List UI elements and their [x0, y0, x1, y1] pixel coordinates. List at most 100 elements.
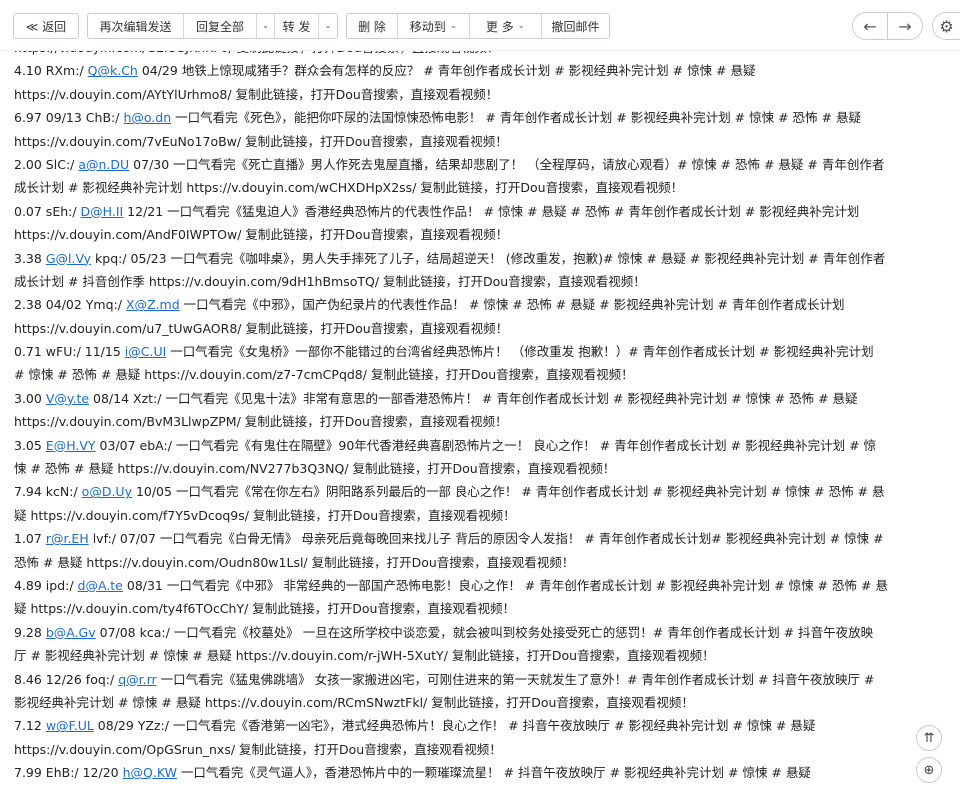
mail-text-line: 疑 https://v.douyin.com/ty4f6TOcChY/ 复制此链… [14, 597, 954, 620]
recall-mail-button[interactable]: 撤回邮件 [542, 14, 609, 38]
line-text: https://v.douyin.com/AYtYlUrhmo8/ 复制此链接，… [14, 86, 499, 102]
email-link[interactable]: E@H.VY [46, 438, 96, 453]
chevron-down-icon: ⌄ [517, 21, 526, 31]
line-text: 04/29 地铁上惊现咸猪手？群众会有怎样的反应？ # 青年创作者成长计划 # … [137, 63, 756, 79]
line-text: 厅 # 影视经典补完计划 # 惊悚 # 悬疑 https://v.douyin.… [14, 648, 715, 664]
email-link[interactable]: b@A.Gv [46, 625, 96, 640]
mail-text-line: 7.99 EhB:/ 12/20 h@Q.KW 一口气看完《灵气逼人》，香港恐怖… [14, 761, 954, 784]
mail-text-line: 成长计划 # 影视经典补完计划 https://v.douyin.com/wCH… [14, 176, 954, 199]
line-text: 2.38 04/02 Ymq:/ [14, 297, 126, 313]
line-text: # 惊悚 # 恐怖 # 悬疑 https://v.douyin.com/z7-7… [14, 367, 634, 383]
line-text: https://v.douyin.com/BvM3LlwpZPM/ 复制此链接，… [14, 414, 508, 430]
line-text: 10/05 一口气看完《常在你左右》阴阳路系列最后的一部 良心之作！ # 青年创… [131, 484, 885, 500]
line-text: 成长计划 # 抖音创作季 https://v.douyin.com/9dH1hB… [14, 273, 646, 289]
settings-button[interactable]: ⚙ [932, 12, 960, 40]
line-text: 一口气看完《中邪》，国产伪纪录片的代表性作品！ # 惊悚 # 恐怖 # 悬疑 #… [179, 297, 845, 313]
email-link[interactable]: V@y.te [46, 391, 89, 406]
prev-mail-button[interactable]: ← [852, 12, 888, 40]
mail-body: https://v.douyin.com/GErsGJKnKF0/ 复制此链接，… [0, 40, 960, 790]
email-link[interactable]: h@o.dn [123, 110, 171, 125]
email-link[interactable]: G@l.Vy [46, 251, 91, 266]
more-button[interactable]: 更 多 ⌄ [470, 14, 542, 38]
line-text: 0.07 sEh:/ [14, 203, 81, 219]
line-text: lvf:/ 07/07 一口气看完《白骨无情》 母亲死后竟每晚回来找儿子 背后的… [88, 531, 884, 547]
mail-toolbar: ≪ 返回 再次编辑发送 回复全部 ⌄ 转 发 ⌄ 删 除 移动到 ⌄ 更 多 ⌄… [0, 0, 960, 51]
move-to-button[interactable]: 移动到 ⌄ [398, 14, 470, 38]
reply-dropdown-button[interactable]: ⌄ [257, 14, 275, 38]
line-text: 一口气看完《灵气逼人》，香港恐怖片中的一颗璀璨流星！ # 抖音午夜放映厅 # 影… [176, 765, 811, 781]
chevron-down-icon: ⌄ [449, 21, 458, 31]
mail-text-line: 3.00 V@y.te 08/14 Xzt:/ 一口气看完《见鬼十法》非常有意思… [14, 387, 954, 410]
line-text: 成长计划 # 影视经典补完计划 https://v.douyin.com/wCH… [14, 180, 684, 196]
email-link[interactable]: d@A.te [78, 578, 123, 593]
back-button[interactable]: ≪ 返回 [13, 13, 79, 39]
email-link[interactable]: w@F.UL [46, 718, 94, 733]
line-text: https://v.douyin.com/7vEuNo17oBw/ 复制此链接，… [14, 133, 508, 149]
next-mail-button[interactable]: → [887, 12, 923, 40]
back-to-top-button[interactable]: ⇈ [916, 725, 942, 751]
email-link[interactable]: X@Z.md [126, 297, 180, 312]
mail-text-line: 6.97 09/13 ChB:/ h@o.dn 一口气看完《死色》，能把你吓尿的… [14, 106, 954, 129]
line-text: 6.97 09/13 ChB:/ [14, 110, 124, 126]
gear-icon: ⚙ [939, 16, 954, 36]
reply-all-button[interactable]: 回复全部 [184, 14, 257, 38]
email-link[interactable]: q@r.rr [118, 672, 156, 687]
mail-text-line: 0.71 wFU:/ 11/15 i@C.UI 一口气看完《女鬼桥》一部你不能错… [14, 340, 954, 363]
line-text: 2.00 SlC:/ [14, 156, 79, 172]
line-text: 3.00 [14, 390, 46, 406]
mail-text-line: 3.05 E@H.VY 03/07 ebA:/ 一口气看完《有鬼住在隔壁》90年… [14, 434, 954, 457]
mail-text-line: # 惊悚 # 恐怖 # 悬疑 https://v.douyin.com/z7-7… [14, 363, 954, 386]
line-text: 4.89 ipd:/ [14, 577, 78, 593]
line-text: 恐怖 # 悬疑 https://v.douyin.com/Oudn80w1Lsl… [14, 554, 575, 570]
mail-text-line: 成长计划 # 抖音创作季 https://v.douyin.com/9dH1hB… [14, 270, 954, 293]
line-text: kpq:/ 05/23 一口气看完《咖啡桌》，男人失手摔死了儿子，结局超逆天！ … [91, 250, 886, 266]
email-link[interactable]: r@r.EH [46, 531, 89, 546]
line-text: 一口气看完《猛鬼佛跳墙》 女孩一家搬进凶宅，可刚住进来的第一天就发生了意外！# … [156, 671, 875, 687]
move-to-label: 移动到 [409, 19, 446, 34]
line-text: https://v.douyin.com/u7_tUwGAOR8/ 复制此链接，… [14, 320, 509, 336]
mail-text-line: https://v.douyin.com/7vEuNo17oBw/ 复制此链接，… [14, 130, 954, 153]
email-link[interactable]: D@H.II [81, 204, 124, 219]
line-text: 悚 # 恐怖 # 悬疑 https://v.douyin.com/NV277b3… [14, 461, 616, 477]
mail-text-line: 8.46 12/26 foq:/ q@r.rr 一口气看完《猛鬼佛跳墙》 女孩一… [14, 668, 954, 691]
email-link[interactable]: o@D.Uy [82, 484, 132, 499]
more-label: 更 多 [485, 19, 514, 34]
chevron-down-icon: ⌄ [261, 21, 270, 31]
email-link[interactable]: Q@k.Ch [88, 63, 138, 78]
mail-text-line: 疑 https://v.douyin.com/f7Y5vDcoq9s/ 复制此链… [14, 504, 954, 527]
line-text: https://v.douyin.com/OpGSrun_nxs/ 复制此链接，… [14, 741, 502, 757]
arrow-right-icon: → [898, 16, 912, 36]
mail-text-line: 4.89 ipd:/ d@A.te 08/31 一口气看完《中邪》 非常经典的一… [14, 574, 954, 597]
mail-text-line: 9.28 b@A.Gv 07/08 kca:/ 一口气看完《校墓处》 一旦在这所… [14, 621, 954, 644]
action-button-group: 删 除 移动到 ⌄ 更 多 ⌄ 撤回邮件 [346, 13, 610, 39]
zoom-button[interactable]: ⊕ [916, 757, 942, 783]
mail-text-line: https://v.douyin.com/OpGSrun_nxs/ 复制此链接，… [14, 738, 954, 761]
email-link[interactable]: h@Q.KW [123, 765, 177, 780]
line-text: 12/21 一口气看完《猛鬼迫人》香港经典恐怖片的代表性作品！ # 惊悚 # 悬… [123, 203, 860, 219]
mail-text-line: 4.10 RXm:/ Q@k.Ch 04/29 地铁上惊现咸猪手？群众会有怎样的… [14, 59, 954, 82]
mail-text-line: 3.38 G@l.Vy kpq:/ 05/23 一口气看完《咖啡桌》，男人失手摔… [14, 247, 954, 270]
zoom-icon: ⊕ [923, 762, 935, 778]
mail-text-line: 2.00 SlC:/ a@n.DU 07/30 一口气看完《死亡直播》男人作死去… [14, 153, 954, 176]
email-link[interactable]: a@n.DU [78, 157, 129, 172]
reedit-send-button[interactable]: 再次编辑发送 [88, 14, 184, 38]
mail-text-line: 厅 # 影视经典补完计划 # 惊悚 # 悬疑 https://v.douyin.… [14, 644, 954, 667]
line-text: 0.71 wFU:/ 11/15 [14, 344, 125, 360]
line-text: 9.28 [14, 624, 46, 640]
email-link[interactable]: i@C.UI [125, 344, 167, 359]
line-text: 8.46 12/26 foq:/ [14, 671, 119, 687]
forward-button[interactable]: 转 发 [275, 14, 319, 38]
back-to-top-icon: ⇈ [923, 730, 935, 746]
line-text: 7.94 kcN:/ [14, 484, 82, 500]
line-text: 08/14 Xzt:/ 一口气看完《见鬼十法》非常有意思的一部香港恐怖片！ # … [89, 390, 858, 406]
forward-dropdown-button[interactable]: ⌄ [319, 14, 337, 38]
mail-text-line: 2.38 04/02 Ymq:/ X@Z.md 一口气看完《中邪》，国产伪纪录片… [14, 293, 954, 316]
mail-text-line: 1.07 r@r.EH lvf:/ 07/07 一口气看完《白骨无情》 母亲死后… [14, 527, 954, 550]
delete-button[interactable]: 删 除 [347, 14, 398, 38]
mail-text-line: 悚 # 恐怖 # 悬疑 https://v.douyin.com/NV277b3… [14, 457, 954, 480]
line-text: 03/07 ebA:/ 一口气看完《有鬼住在隔壁》90年代香港经典喜剧恐怖片之一… [95, 437, 877, 453]
line-text: 影视经典补完计划 # 惊悚 # 悬疑 https://v.douyin.com/… [14, 694, 694, 710]
line-text: 1.07 [14, 531, 46, 547]
line-text: 4.10 RXm:/ [14, 63, 88, 79]
mail-text-line: https://v.douyin.com/BvM3LlwpZPM/ 复制此链接，… [14, 410, 954, 433]
